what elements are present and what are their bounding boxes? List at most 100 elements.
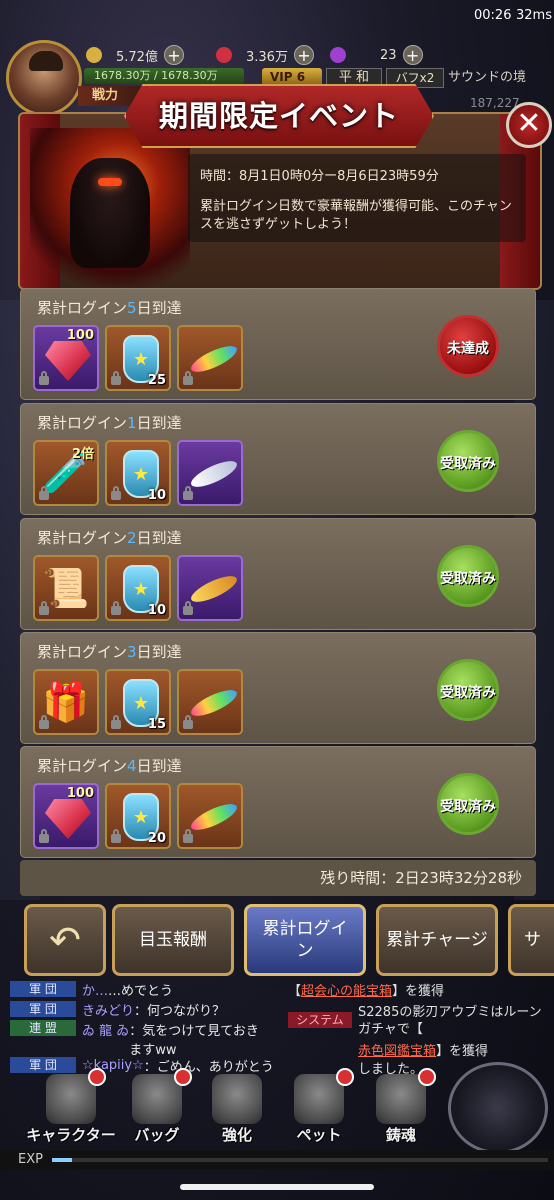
notification-dot: [418, 1068, 436, 1086]
lock-icon: [111, 601, 121, 615]
chat-user[interactable]: きみどり: [82, 1000, 134, 1019]
back-button[interactable]: ↶: [24, 904, 106, 976]
row-title-prefix: 累計ログイン: [37, 414, 128, 432]
main-menu-emblem[interactable]: [448, 1062, 548, 1154]
row-day-number: 3: [127, 643, 137, 661]
lock-icon: [183, 486, 193, 500]
reward-item-potion[interactable]: 🧪 2倍: [33, 440, 99, 506]
chat-line: 連 盟 ゐ 龍 ゐ ：気をつけて見ておきますww: [10, 1020, 280, 1058]
reward-item-gem[interactable]: 100: [33, 325, 99, 391]
ruby-currency: 3.36万 +: [216, 44, 314, 66]
ruby-icon: [216, 47, 232, 63]
claimed-stamp[interactable]: 受取済み: [437, 545, 499, 607]
reward-item-bottle[interactable]: 10: [105, 440, 171, 506]
vip-badge[interactable]: VIP 6: [262, 68, 322, 86]
remaining-time: 残り時間：2日23時32分28秒: [20, 860, 536, 896]
reward-items: 📜 10: [33, 555, 243, 621]
nav-enhance[interactable]: 強化: [192, 1068, 282, 1150]
lock-icon: [183, 601, 193, 615]
reward-item-feather-rainbow[interactable]: [177, 669, 243, 735]
reward-item-feather-gold[interactable]: [177, 555, 243, 621]
row-title-prefix: 累計ログイン: [37, 299, 128, 317]
nav-label: 鋳魂: [385, 1126, 416, 1144]
reward-row-title: 累計ログイン1日到達: [37, 412, 182, 433]
item-tag: 2倍: [71, 447, 94, 462]
reward-item-feather-white[interactable]: [177, 440, 243, 506]
lock-icon: [111, 486, 121, 500]
chat-message: …めでとう: [108, 983, 174, 999]
event-info-box: 時間：8月1日0時0分ー8月6日23時59分 累計ログイン日数で豪華報酬が獲得可…: [188, 154, 526, 242]
reward-items: 🧪2倍 10: [33, 440, 243, 506]
nav-soulcast[interactable]: 鋳魂: [356, 1068, 446, 1150]
diamond-icon: [330, 47, 346, 63]
reward-item-feather-rainbow[interactable]: [177, 783, 243, 849]
claimed-stamp[interactable]: 受取済み: [437, 773, 499, 835]
nav-pet[interactable]: ペット: [274, 1068, 364, 1150]
chat-message: ：気をつけて見ておきますww: [129, 1024, 259, 1058]
ruby-gem-icon: [45, 799, 91, 839]
tab-label: 累計チャージ: [386, 930, 488, 950]
reward-item-feather-rainbow[interactable]: [177, 325, 243, 391]
not-achieved-stamp[interactable]: 未達成: [437, 315, 499, 377]
item-quantity: 20: [147, 831, 166, 846]
tab-featured-rewards[interactable]: 目玉報酬: [112, 904, 234, 976]
row-title-suffix: 日到達: [136, 299, 182, 317]
nav-label: ペット: [296, 1126, 342, 1144]
system-message: 【超会心の能宝箱】を獲得: [288, 984, 445, 999]
notification-dot: [174, 1068, 192, 1086]
reward-item-giftbox[interactable]: 🎁: [33, 669, 99, 735]
demon-character-art: [30, 128, 190, 288]
row-title-suffix: 日到達: [136, 757, 182, 775]
ruby-amount: 3.36万: [246, 49, 288, 65]
back-arrow-icon: ↶: [49, 918, 81, 962]
tab-cumulative-login[interactable]: 累計ログイン: [244, 904, 366, 976]
bottom-navigation: キャラクター バッグ 強化 ペット 鋳魂: [0, 1062, 554, 1154]
nav-character[interactable]: キャラクター: [26, 1068, 116, 1150]
claimed-stamp[interactable]: 受取済み: [437, 659, 499, 721]
tab-label: 累計ログイン: [262, 919, 348, 961]
chat-user[interactable]: ゐ 龍 ゐ: [82, 1020, 129, 1039]
claimed-stamp[interactable]: 受取済み: [437, 430, 499, 492]
item-link[interactable]: 赤色図鑑宝箱: [358, 1044, 436, 1059]
reward-item-bottle[interactable]: 20: [105, 783, 171, 849]
row-title-prefix: 累計ログイン: [37, 529, 128, 547]
diamond-amount: 23: [380, 47, 397, 63]
tab-cumulative-charge[interactable]: 累計チャージ: [376, 904, 498, 976]
item-link[interactable]: 超会心の能宝箱: [301, 984, 392, 999]
nav-bag[interactable]: バッグ: [112, 1068, 202, 1150]
lock-icon: [111, 829, 121, 843]
add-ruby-button[interactable]: +: [293, 45, 314, 65]
chat-area[interactable]: 軍 団 か… …めでとう 軍 団 きみどり ：何つながり？ 連 盟 ゐ 龍 ゐ …: [0, 980, 554, 1077]
reward-items: 100 20: [33, 783, 243, 849]
system-tag: システム: [288, 1012, 352, 1028]
reward-item-gem[interactable]: 100: [33, 783, 99, 849]
add-gold-button[interactable]: +: [163, 45, 184, 65]
chat-user[interactable]: か…: [82, 980, 108, 999]
reward-item-bottle[interactable]: 10: [105, 555, 171, 621]
network-latency: 32ms: [516, 8, 552, 23]
feather-white-icon: [187, 456, 241, 492]
player-avatar[interactable]: [6, 40, 82, 116]
reward-item-scroll[interactable]: 📜: [33, 555, 99, 621]
add-diamond-button[interactable]: +: [402, 45, 423, 65]
tab-more[interactable]: サ: [508, 904, 554, 976]
system-message: S2285の影刃アウブミはルーンガチャで【: [358, 1005, 542, 1037]
reward-item-bottle[interactable]: 15: [105, 669, 171, 735]
reward-item-bottle[interactable]: 25: [105, 325, 171, 391]
gold-amount: 5.72億: [116, 49, 158, 65]
nav-label: バッグ: [134, 1126, 180, 1144]
event-tabs: ↶ 目玉報酬 累計ログイン 累計チャージ サ: [0, 902, 554, 980]
reward-row-title: 累計ログイン3日到達: [37, 641, 182, 662]
lock-icon: [39, 829, 49, 843]
clock: 00:26: [474, 8, 512, 23]
item-quantity: 10: [147, 488, 166, 503]
event-period: 時間：8月1日0時0分ー8月6日23時59分: [200, 169, 439, 184]
chat-line: 軍 団 か… …めでとう: [10, 980, 174, 999]
channel-tag: 軍 団: [10, 981, 76, 997]
anvil-icon: [212, 1074, 262, 1124]
exp-track: [52, 1158, 548, 1162]
tab-label: 目玉報酬: [139, 930, 207, 950]
event-title: 期間限定イベント: [158, 99, 399, 133]
close-button[interactable]: ✕: [506, 102, 552, 148]
home-indicator[interactable]: [180, 1184, 374, 1190]
